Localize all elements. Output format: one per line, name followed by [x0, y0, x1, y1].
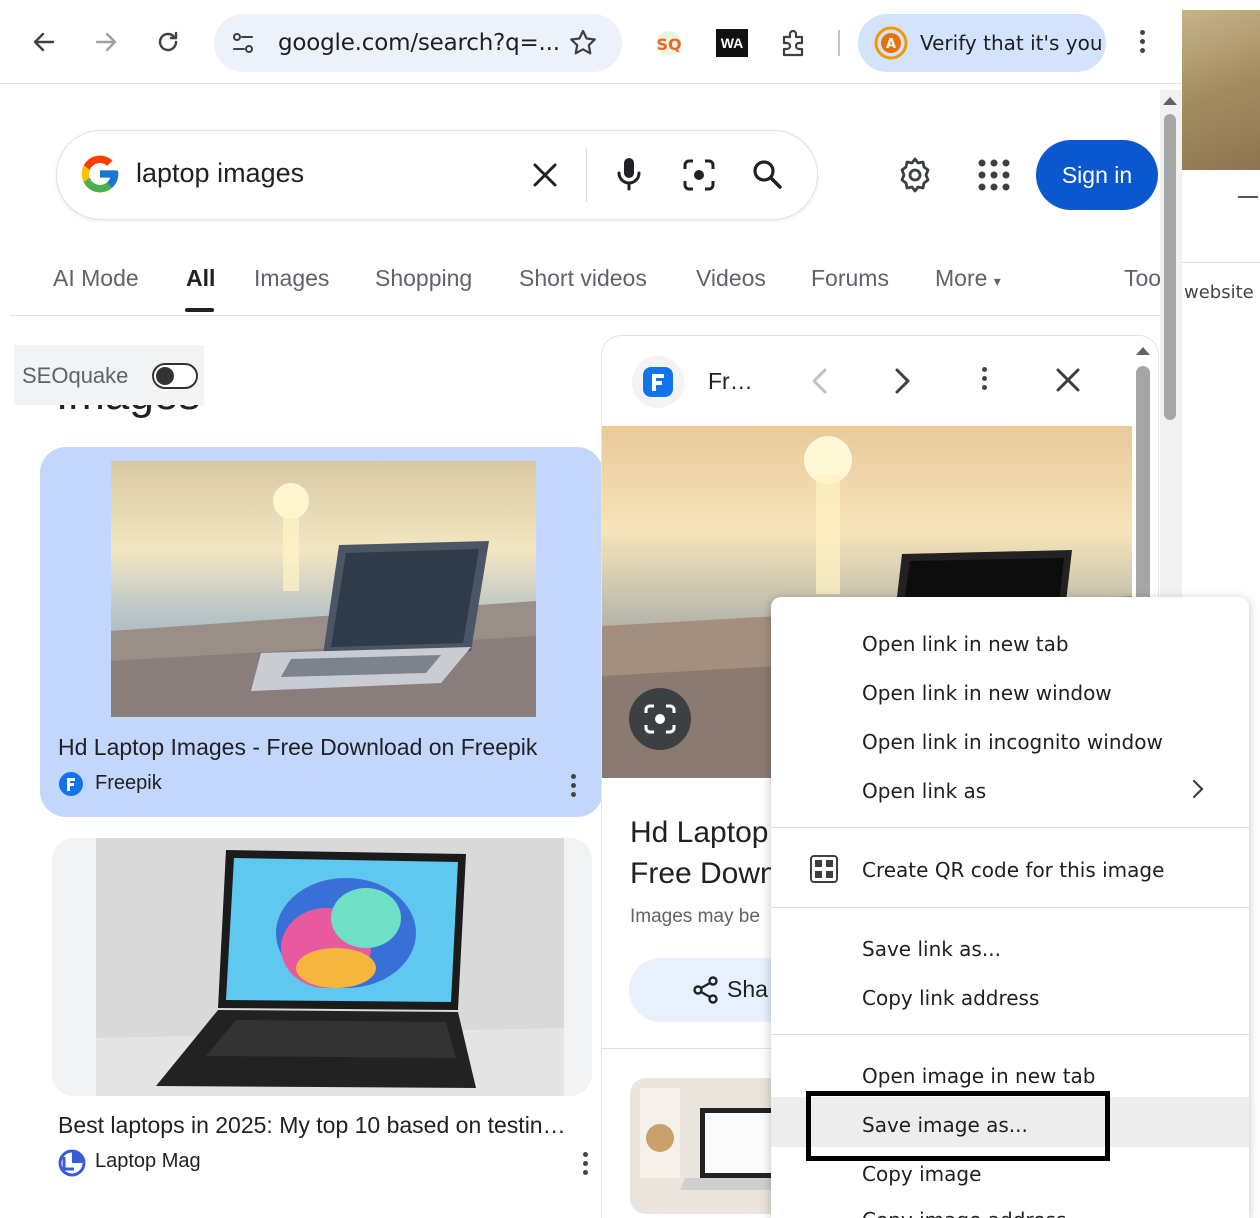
adjacent-window-thumbnail	[1182, 10, 1260, 170]
active-tab-indicator	[185, 308, 214, 312]
svg-text:SQ: SQ	[656, 35, 681, 54]
submenu-chevron-right-icon	[1191, 778, 1205, 805]
menu-copy-image[interactable]: Copy image	[862, 1162, 981, 1186]
panel-scroll-up-icon[interactable]	[1134, 344, 1152, 362]
clear-search-icon[interactable]	[530, 160, 560, 195]
chevron-down-icon: ▾	[993, 273, 1001, 289]
page-scroll-up-icon[interactable]	[1161, 94, 1179, 112]
result-thumbnail-beach-laptop[interactable]	[111, 461, 536, 717]
tab-short-videos[interactable]: Short videos	[519, 265, 647, 292]
related-image-thumbnail[interactable]	[630, 1078, 790, 1214]
tab-videos[interactable]: Videos	[696, 265, 766, 292]
google-apps-icon[interactable]	[977, 158, 1011, 197]
menu-copy-image-address[interactable]: Copy image address	[862, 1208, 1066, 1218]
bookmark-star-icon[interactable]	[568, 28, 598, 63]
search-query[interactable]: laptop images	[136, 158, 304, 189]
panel-next-icon[interactable]	[888, 366, 916, 401]
verify-label[interactable]: Verify that it's you	[920, 31, 1103, 55]
seoquake-toggle[interactable]	[152, 363, 198, 389]
menu-open-link-incognito[interactable]: Open link in incognito window	[862, 730, 1163, 754]
extensions-puzzle-icon[interactable]	[778, 27, 810, 64]
qr-code-icon	[809, 854, 839, 889]
tab-ai-mode[interactable]: AI Mode	[53, 265, 139, 292]
freepik-logo-icon	[58, 771, 84, 802]
menu-copy-link-address[interactable]: Copy link address	[862, 986, 1039, 1010]
result-more-options-icon[interactable]	[571, 774, 576, 797]
tab-tools[interactable]: Too	[1124, 265, 1161, 292]
menu-open-image-new-tab[interactable]: Open image in new tab	[862, 1064, 1096, 1088]
svg-text:A: A	[886, 37, 896, 52]
adjacent-window-divider	[1182, 262, 1260, 263]
forward-button[interactable]	[86, 22, 126, 62]
menu-open-link-new-window[interactable]: Open link in new window	[862, 681, 1112, 705]
address-text[interactable]: google.com/search?q=...	[278, 30, 560, 56]
adjacent-window-text: website	[1184, 282, 1254, 303]
tab-more-label: More	[935, 265, 988, 291]
share-label: Sha	[727, 976, 768, 1002]
seoquake-label: SEOquake	[22, 363, 129, 388]
result-thumbnail-black-laptop[interactable]	[96, 838, 564, 1096]
seoquake-extension-icon[interactable]: SQ	[652, 28, 686, 58]
share-icon	[692, 976, 720, 1009]
search-divider	[586, 148, 587, 202]
menu-create-qr-code[interactable]: Create QR code for this image	[862, 858, 1164, 882]
site-info-icon[interactable]	[230, 30, 256, 61]
menu-open-link-as[interactable]: Open link as	[862, 779, 986, 803]
tab-forums[interactable]: Forums	[811, 265, 889, 292]
panel-previous-icon[interactable]	[806, 366, 834, 401]
result-source[interactable]: Laptop Mag	[95, 1150, 201, 1173]
tab-shopping[interactable]: Shopping	[375, 265, 472, 292]
panel-title-line2: Free Down	[630, 857, 777, 890]
page-scroll-thumb[interactable]	[1164, 114, 1176, 420]
laptop-mag-logo-icon	[58, 1149, 86, 1182]
freepik-logo-icon	[643, 367, 673, 397]
profile-avatar-icon[interactable]: A	[874, 26, 908, 65]
settings-gear-icon[interactable]	[895, 155, 935, 200]
tab-more[interactable]: More ▾	[935, 265, 1001, 292]
back-arrow-icon	[33, 32, 55, 52]
menu-separator	[771, 1034, 1249, 1035]
tab-images[interactable]: Images	[254, 265, 329, 292]
annotation-highlight-box	[806, 1091, 1110, 1161]
sign-in-button[interactable]: Sign in	[1036, 140, 1158, 210]
copyright-note: Images may be	[630, 906, 760, 927]
toggle-knob	[156, 367, 174, 385]
voice-search-icon[interactable]	[614, 156, 644, 197]
back-button[interactable]	[24, 22, 64, 62]
wa-extension-icon[interactable]: WA	[716, 29, 748, 57]
menu-separator	[771, 907, 1249, 908]
menu-save-link-as[interactable]: Save link as...	[862, 937, 1001, 961]
result-title[interactable]: Hd Laptop Images - Free Download on Free…	[58, 734, 537, 761]
reload-icon	[158, 31, 178, 52]
lens-icon	[642, 702, 678, 741]
panel-title-line1: Hd Laptop	[630, 816, 769, 849]
forward-arrow-icon	[95, 32, 117, 52]
search-submit-icon[interactable]	[750, 157, 784, 196]
result-title[interactable]: Best laptops in 2025: My top 10 based on…	[58, 1112, 566, 1139]
panel-source-name[interactable]: Fr…	[708, 368, 753, 395]
result-more-options-icon[interactable]	[583, 1152, 588, 1175]
panel-image-title[interactable]: Hd Laptop Free Down	[630, 812, 777, 894]
adjacent-window-dash	[1238, 196, 1258, 198]
menu-separator	[771, 827, 1249, 828]
tabs-divider	[10, 315, 1160, 316]
panel-close-icon[interactable]	[1054, 366, 1082, 399]
google-logo-icon	[78, 152, 122, 201]
result-source[interactable]: Freepik	[95, 772, 162, 795]
reload-button[interactable]	[148, 22, 188, 62]
panel-more-options-icon[interactable]	[982, 367, 987, 390]
toolbar-divider	[838, 30, 840, 56]
tab-all[interactable]: All	[186, 265, 215, 292]
menu-open-link-new-tab[interactable]: Open link in new tab	[862, 632, 1069, 656]
panel-source-favicon[interactable]	[632, 356, 684, 408]
browser-menu-icon[interactable]	[1140, 30, 1145, 53]
lens-search-icon[interactable]	[682, 158, 716, 197]
